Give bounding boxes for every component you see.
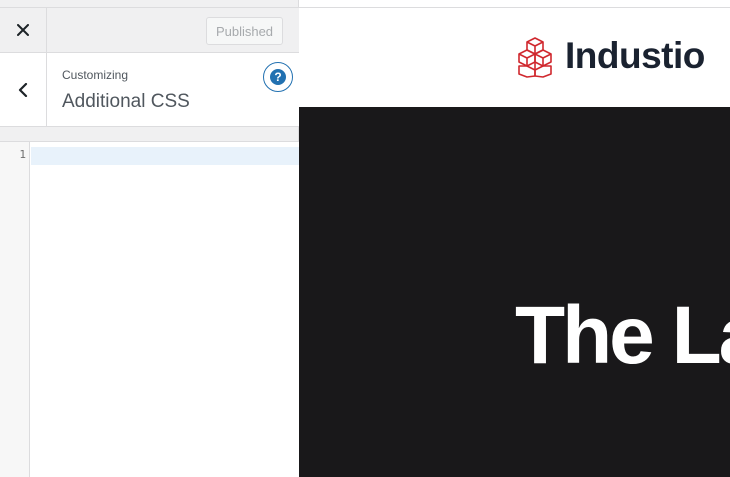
editor-gutter: 1 (0, 142, 30, 477)
hero-title: The La (515, 290, 730, 381)
help-icon: ? (270, 69, 286, 85)
css-code-editor[interactable]: 1 (0, 141, 299, 477)
site-preview[interactable]: Industio The La (299, 0, 730, 477)
logo-cube-icon (518, 37, 552, 78)
help-button[interactable]: ? (263, 62, 293, 92)
published-button[interactable]: Published (206, 17, 283, 45)
hero-section: The La (299, 107, 730, 477)
customizer-sidebar: Published Customizing Additional CSS ? 1 (0, 0, 299, 477)
section-header: Customizing Additional CSS ? (0, 53, 299, 127)
close-customizer-button[interactable] (0, 8, 47, 52)
section-title: Additional CSS (62, 91, 190, 112)
site-logo-text[interactable]: Industio (565, 35, 705, 77)
close-icon (17, 24, 29, 36)
customizer-top-bar: Published (0, 7, 299, 53)
site-header: Industio (299, 8, 730, 107)
editor-active-line[interactable] (31, 147, 299, 165)
customizer-window: Published Customizing Additional CSS ? 1 (0, 0, 730, 477)
line-number: 1 (19, 148, 26, 161)
customizing-label: Customizing (62, 68, 129, 82)
chevron-left-icon (18, 82, 28, 97)
back-button[interactable] (0, 53, 47, 126)
